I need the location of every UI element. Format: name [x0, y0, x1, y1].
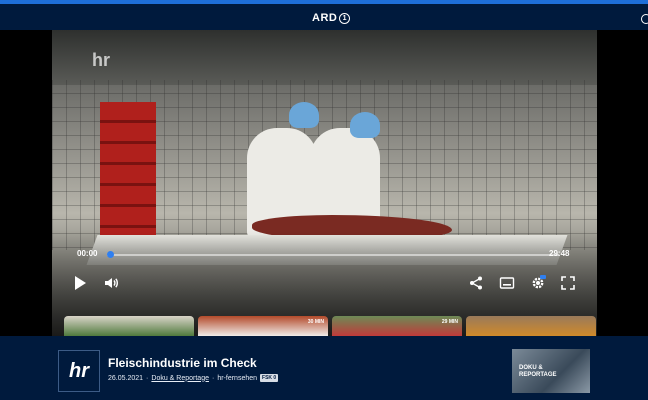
meta-separator: ·	[211, 374, 215, 382]
video-scene-ceiling	[52, 30, 597, 85]
play-button[interactable]	[72, 275, 88, 291]
recommendation-label-line2: REPORTAGE	[519, 372, 557, 378]
video-date: 26.05.2021	[108, 374, 144, 382]
share-button[interactable]	[468, 275, 484, 291]
play-icon	[74, 276, 86, 290]
share-icon	[470, 276, 482, 290]
related-thumbnails: 30 MIN 29 MIN	[52, 316, 597, 336]
video-frame[interactable]: hr 00:00 29:48 30 MIN 29 MIN	[52, 30, 597, 336]
recommendation-label: DOKU & REPORTAGE	[519, 365, 557, 379]
thumbnail-card[interactable]: 30 MIN	[198, 316, 328, 336]
volume-button[interactable]	[103, 275, 119, 291]
current-time: 00:00	[77, 249, 98, 258]
video-scene-crates	[100, 102, 156, 242]
thumbnail-card[interactable]: 29 MIN	[332, 316, 462, 336]
channel-name: hr-fernsehen	[217, 374, 258, 382]
video-player[interactable]: hr 00:00 29:48 30 MIN 29 MIN	[0, 30, 648, 336]
video-title: Fleischindustrie im Check	[108, 356, 257, 370]
fullscreen-icon	[561, 276, 575, 290]
video-scene-cap	[289, 102, 319, 128]
subtitles-icon	[499, 277, 515, 289]
ard-logo-badge: 1	[339, 12, 351, 24]
thumbnail-card[interactable]	[466, 316, 596, 336]
top-bar: ARD 1	[0, 4, 648, 30]
ard-logo-text: ARD	[312, 12, 338, 24]
progress-bar[interactable]	[107, 254, 559, 256]
duration: 29:48	[549, 249, 570, 258]
channel-logo[interactable]: hr	[58, 350, 100, 392]
settings-button[interactable]	[530, 275, 546, 291]
ard-logo[interactable]: ARD 1	[312, 12, 351, 24]
fullscreen-button[interactable]	[560, 275, 576, 291]
thumbnail-duration: 30 MIN	[307, 319, 324, 325]
thumbnail-card[interactable]	[64, 316, 194, 336]
video-info-bar: hr Fleischindustrie im Check 26.05.2021 …	[0, 336, 648, 400]
video-scene-cap	[350, 112, 380, 138]
thumbnail-duration: 29 MIN	[441, 319, 458, 325]
subtitles-button[interactable]	[499, 275, 515, 291]
video-meta: 26.05.2021 · Doku & Reportage · hr-ferns…	[108, 374, 279, 382]
meta-separator: ·	[146, 374, 149, 382]
close-icon[interactable]	[641, 14, 648, 24]
category-link[interactable]: Doku & Reportage	[151, 375, 209, 382]
progress-knob[interactable]	[107, 251, 114, 258]
volume-icon	[105, 278, 118, 288]
channel-watermark: hr	[92, 50, 110, 70]
gear-icon	[532, 275, 546, 289]
recommendation-thumbnail[interactable]: DOKU & REPORTAGE	[512, 349, 590, 393]
recommendation-label-line1: DOKU &	[519, 365, 543, 371]
age-rating-badge: FSK 0	[260, 374, 279, 382]
